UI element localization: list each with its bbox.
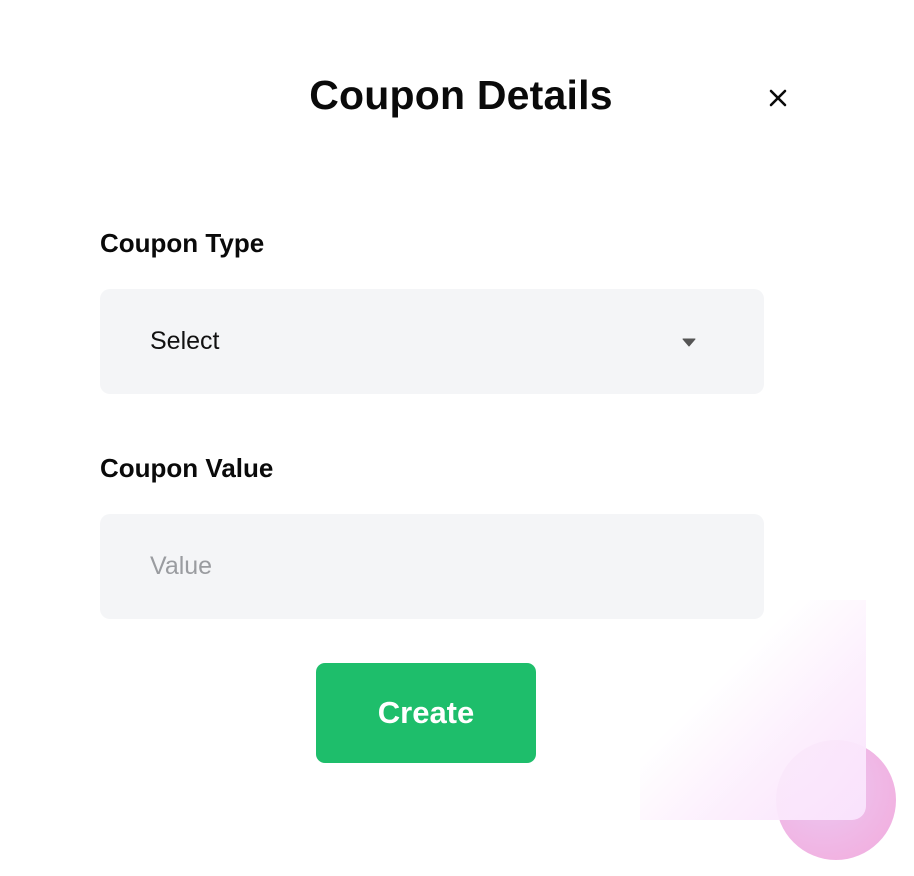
coupon-value-label: Coupon Value [100, 453, 274, 483]
chevron-down-icon [682, 338, 696, 347]
coupon-details-modal: Coupon Details Coupon Type Select Coupon… [0, 0, 914, 876]
create-button[interactable]: Create [316, 663, 536, 763]
decorative-gradient-card [640, 600, 866, 820]
coupon-type-select[interactable]: Select [100, 289, 764, 394]
close-button[interactable] [764, 84, 792, 112]
coupon-type-selected-value: Select [150, 327, 220, 355]
close-icon [769, 89, 787, 107]
coupon-type-label: Coupon Type [100, 228, 265, 258]
coupon-value-input[interactable] [100, 514, 764, 619]
